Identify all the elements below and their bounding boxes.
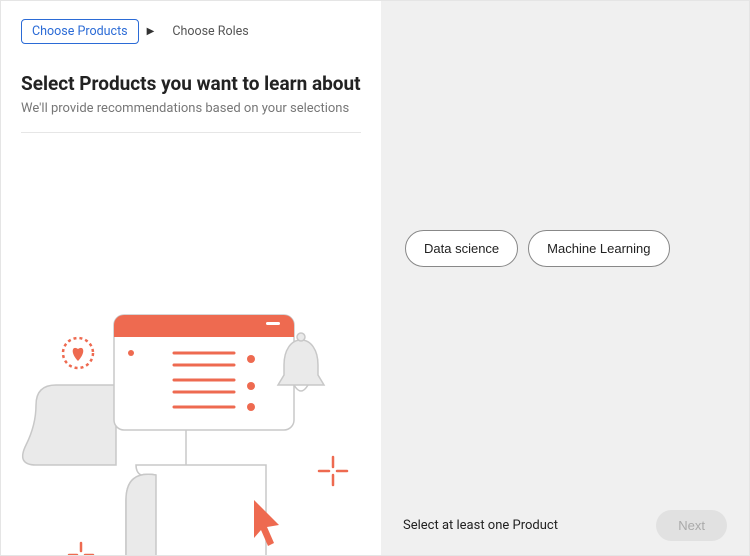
- left-pane: Choose Products ▶ Choose Roles Select Pr…: [1, 1, 381, 555]
- divider: [21, 132, 361, 133]
- breadcrumb: Choose Products ▶ Choose Roles: [21, 19, 361, 44]
- product-illustration: [16, 275, 366, 555]
- breadcrumb-step-products[interactable]: Choose Products: [21, 19, 139, 44]
- product-chip-data-science[interactable]: Data science: [405, 230, 518, 267]
- breadcrumb-step-roles[interactable]: Choose Roles: [162, 20, 258, 43]
- selection-hint: Select at least one Product: [403, 518, 558, 533]
- page-title: Select Products you want to learn about: [21, 72, 361, 95]
- right-pane: Data science Machine Learning Select at …: [381, 1, 749, 555]
- next-button[interactable]: Next: [656, 510, 727, 541]
- product-chip-list: Data science Machine Learning: [381, 1, 749, 496]
- footer: Select at least one Product Next: [381, 496, 749, 555]
- product-chip-machine-learning[interactable]: Machine Learning: [528, 230, 669, 267]
- page-subtitle: We'll provide recommendations based on y…: [21, 101, 361, 116]
- chevron-right-icon: ▶: [147, 26, 155, 37]
